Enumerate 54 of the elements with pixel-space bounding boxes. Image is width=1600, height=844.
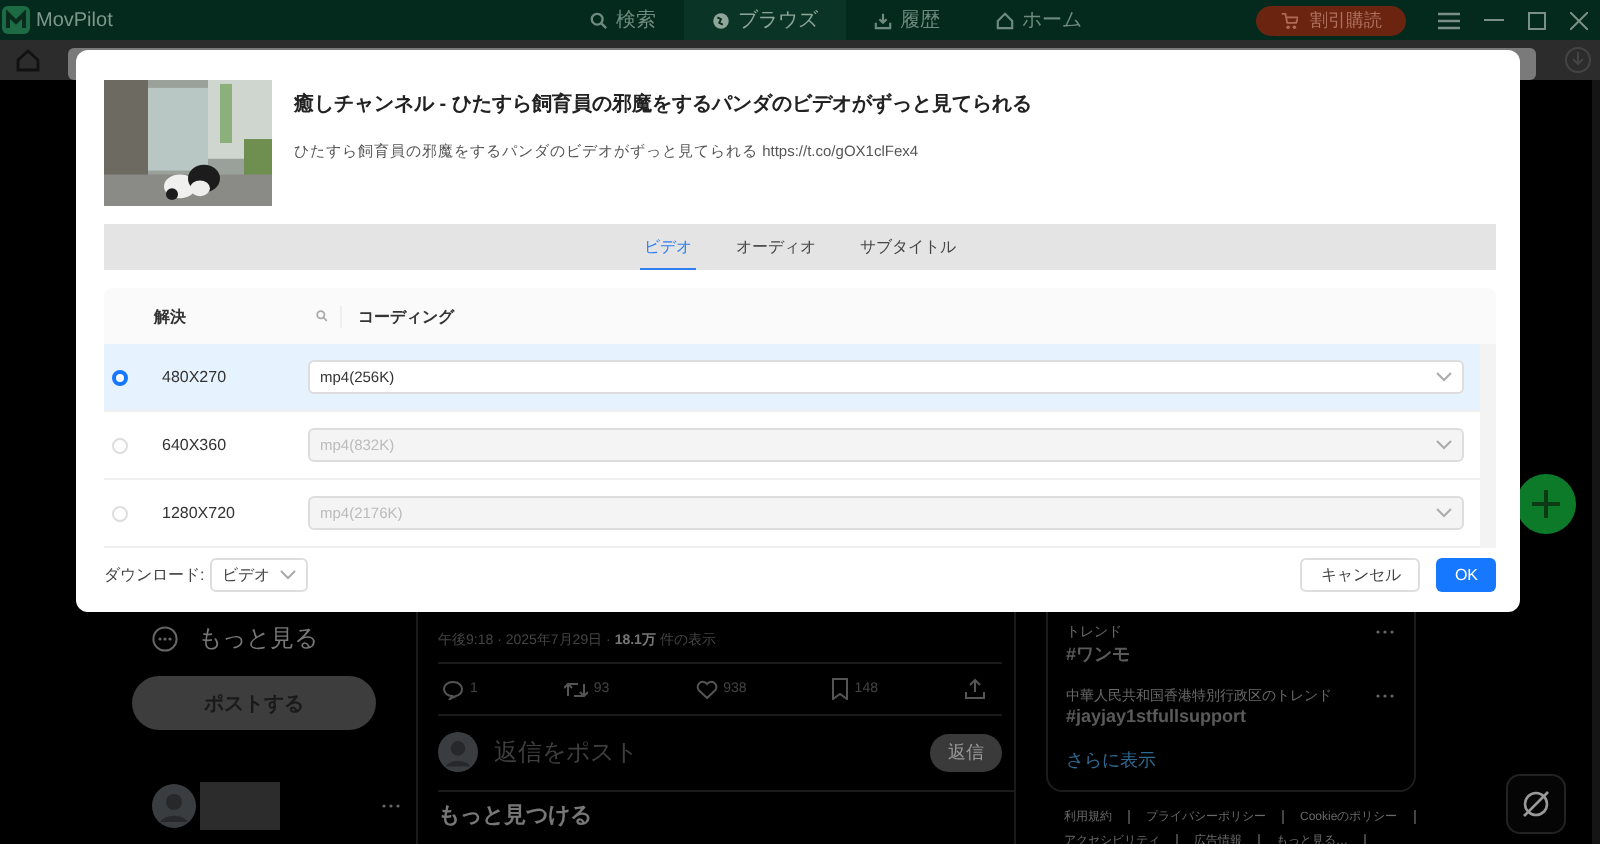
download-label: ダウンロード: [104, 564, 205, 586]
scrollbar[interactable] [1480, 344, 1496, 548]
app-name: MovPilot [36, 9, 113, 31]
more-link[interactable]: もっと見る [198, 621, 318, 655]
resolution-text: 480X270 [162, 368, 229, 386]
minimize-icon[interactable] [1484, 18, 1504, 22]
home-icon [996, 11, 1014, 29]
promo-button[interactable]: 割引購読 [1256, 5, 1406, 35]
redacted-name [200, 782, 280, 830]
column-header: コーディング [358, 307, 454, 325]
search-icon [590, 11, 608, 29]
more-icon [152, 625, 178, 651]
slashed-circle-button[interactable] [1506, 774, 1566, 834]
search-icon[interactable] [316, 310, 328, 322]
show-more-link[interactable]: さらに表示 [1066, 748, 1156, 774]
trend-name[interactable]: #jayjay1stfullsupport [1066, 706, 1394, 726]
chevron-down-icon [1436, 372, 1452, 382]
section-heading: もっと見つける [438, 802, 594, 830]
download-tray-icon [874, 11, 892, 29]
resolution-text: 640X360 [162, 436, 229, 454]
menu-icon[interactable] [1438, 11, 1460, 29]
trend-name[interactable]: #ワンモ [1066, 642, 1394, 668]
plus-icon [1532, 490, 1560, 518]
download-icon[interactable] [1564, 46, 1592, 74]
nav-tab[interactable]: ブラウズ [684, 0, 846, 40]
slashed-circle-icon [1520, 788, 1552, 820]
bookmark-icon[interactable] [832, 678, 849, 700]
maximize-icon[interactable] [1528, 11, 1546, 29]
reply-icon[interactable] [442, 679, 464, 699]
column-header: 解決 [154, 305, 186, 327]
ok-button[interactable]: OK [1436, 558, 1496, 592]
chevron-down-icon [1436, 440, 1452, 450]
video-title: 癒しチャンネル - ひたすら飼育員の邪魔をするパンダのビデオがずっと見てられる [294, 90, 1032, 118]
heart-icon[interactable] [695, 679, 718, 699]
reply-button[interactable]: 返信 [930, 733, 1002, 771]
cart-icon [1280, 11, 1298, 29]
share-icon[interactable] [963, 678, 986, 700]
close-icon[interactable] [1570, 11, 1588, 29]
cancel-button[interactable]: キャンセル [1300, 558, 1421, 592]
chevron-down-icon [280, 570, 297, 580]
nav-tab[interactable]: 履歴 [846, 0, 968, 40]
chevron-down-icon [1436, 508, 1452, 518]
avatar-icon [152, 784, 196, 828]
media-tab[interactable]: オーディオ [732, 224, 820, 270]
media-tab[interactable]: ビデオ [640, 224, 696, 270]
nav-tab[interactable]: ホーム [968, 0, 1110, 40]
radio-button[interactable] [112, 369, 128, 385]
nav-tab[interactable]: 検索 [562, 0, 684, 40]
resolution-text: 1280X720 [162, 504, 237, 522]
download-type-dropdown[interactable]: ビデオ [210, 558, 309, 592]
avatar-icon [438, 732, 478, 772]
retweet-icon[interactable] [563, 679, 588, 699]
add-button[interactable] [1516, 474, 1576, 534]
media-tab[interactable]: サブタイトル [856, 224, 960, 270]
